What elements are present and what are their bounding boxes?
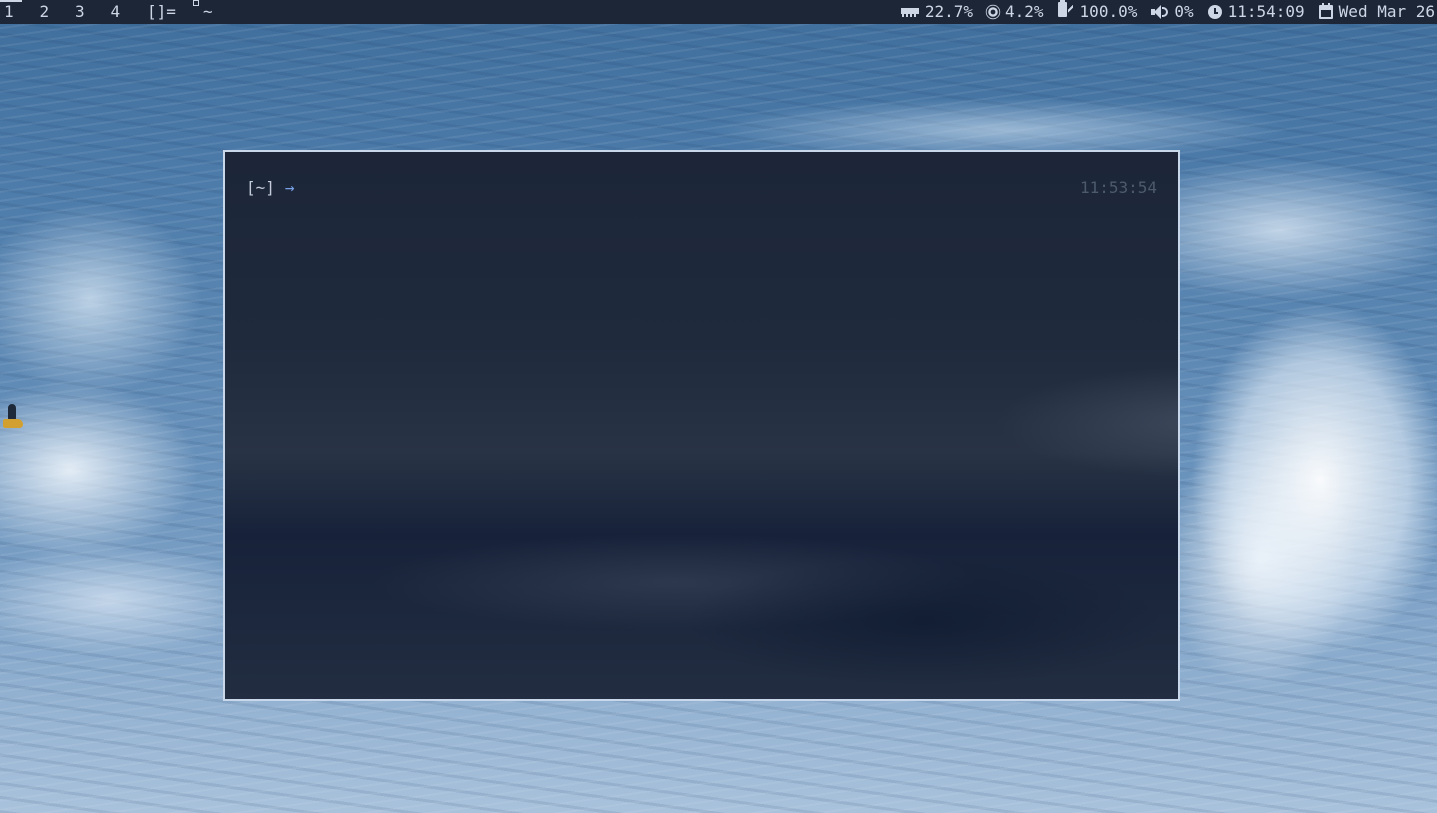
terminal-window[interactable]: [~] → 11:53:54 bbox=[223, 150, 1180, 701]
clock: 11:54:09 bbox=[1207, 0, 1305, 24]
prompt-directory: [~] bbox=[246, 178, 275, 197]
ram-usage: 22.7% bbox=[900, 0, 974, 24]
volume-icon bbox=[1151, 5, 1169, 19]
status-bar: 1 2 3 4 []= ~ 22.7% 4.2% 100.0% 0% 11:54… bbox=[0, 0, 1437, 24]
calendar-icon bbox=[1318, 3, 1333, 19]
battery-value: 100.0% bbox=[1079, 2, 1138, 21]
clock-time: 11:54:09 bbox=[1227, 2, 1305, 21]
date-value: Wed Mar 26 bbox=[1338, 2, 1435, 21]
cpu-value: 4.2% bbox=[1005, 2, 1044, 21]
workspace-tag-1[interactable]: 1 bbox=[0, 0, 36, 24]
cpu-usage: 4.2% bbox=[987, 0, 1044, 24]
floating-window-icon bbox=[193, 0, 199, 6]
workspace-tag-4[interactable]: 4 bbox=[107, 0, 143, 24]
battery-status: 100.0% bbox=[1057, 0, 1138, 24]
clock-icon bbox=[1207, 5, 1222, 19]
prompt-arrow-icon: → bbox=[284, 178, 295, 197]
volume-status[interactable]: 0% bbox=[1151, 0, 1194, 24]
jet-ski-rider bbox=[3, 402, 23, 434]
system-status: 22.7% 4.2% 100.0% 0% 11:54:09 Wed Mar 26 bbox=[887, 0, 1437, 24]
right-prompt-time: 11:53:54 bbox=[1079, 178, 1157, 197]
volume-value: 0% bbox=[1174, 2, 1194, 21]
battery-charging-icon bbox=[1057, 0, 1074, 24]
window-title: ~ bbox=[193, 0, 213, 24]
date: Wed Mar 26 bbox=[1318, 0, 1435, 24]
workspace-tags: 1 2 3 4 bbox=[0, 0, 142, 24]
workspace-tag-3[interactable]: 3 bbox=[71, 0, 107, 24]
cpu-icon bbox=[988, 7, 998, 17]
ram-value: 22.7% bbox=[924, 2, 974, 21]
workspace-tag-2[interactable]: 2 bbox=[36, 0, 72, 24]
layout-indicator[interactable]: []= bbox=[147, 0, 176, 24]
ram-icon bbox=[900, 7, 919, 18]
window-title-text: ~ bbox=[203, 2, 213, 21]
shell-prompt[interactable]: [~] → bbox=[246, 176, 295, 200]
